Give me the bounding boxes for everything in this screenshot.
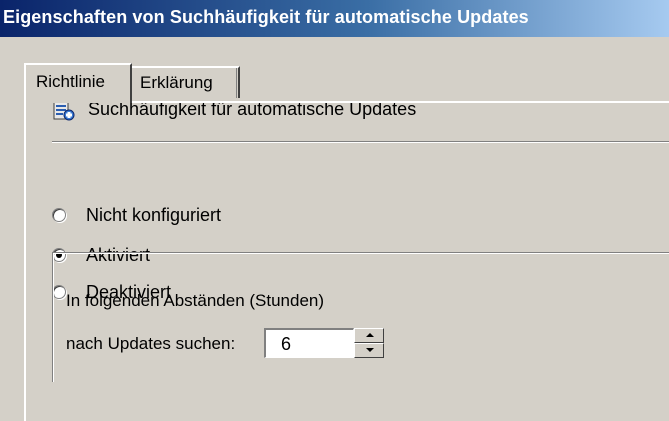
dialog-body: Richtlinie Erklärung: [0, 37, 669, 421]
window-title: Eigenschaften von Suchhäufigkeit für aut…: [3, 7, 529, 27]
tab-richtlinie[interactable]: Richtlinie: [24, 63, 132, 103]
title-bar[interactable]: Eigenschaften von Suchhäufigkeit für aut…: [0, 0, 669, 37]
tab-panel: [24, 101, 669, 421]
tab-erklaerung[interactable]: Erklärung: [132, 66, 240, 98]
